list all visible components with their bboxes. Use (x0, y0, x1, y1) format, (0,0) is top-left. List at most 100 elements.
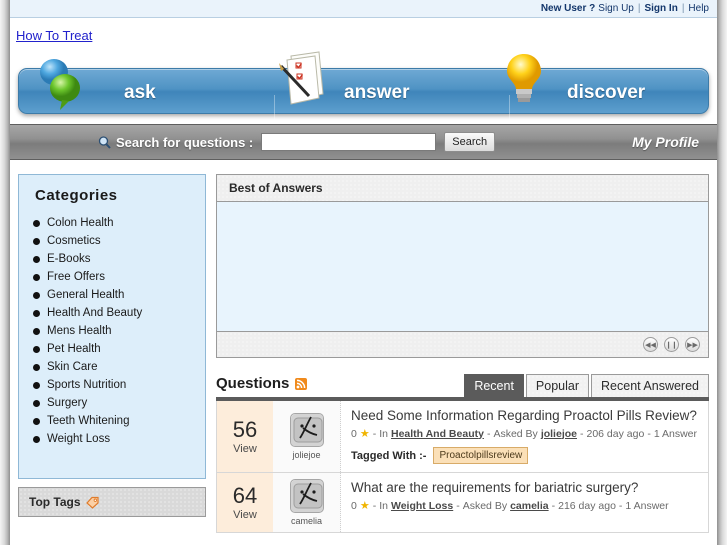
sign-up-link[interactable]: Sign Up (598, 3, 634, 14)
vote-count: 0 (351, 499, 357, 512)
banner-answer-label[interactable]: answer (344, 82, 409, 104)
hero-banner: ask answer discover (10, 48, 717, 127)
category-label: E-Books (47, 253, 91, 265)
bullet-icon (33, 219, 40, 227)
sidebar-item-pet-health[interactable]: Pet Health (31, 340, 193, 358)
view-count: 64 (232, 482, 258, 508)
questions-header: Questions Recent Popular Recent Answered (216, 374, 709, 397)
top-utility-bar: New User ? Sign Up | Sign In | Help (10, 0, 717, 18)
pause-icon[interactable]: ❙❙ (664, 337, 679, 352)
main-column: Best of Answers ◀◀ ❙❙ ▶▶ Questions Recen… (216, 174, 709, 533)
tag-chip[interactable]: Proactolpillsreview (433, 447, 529, 464)
page-left-edge (0, 0, 10, 545)
bullet-icon (33, 273, 40, 281)
sidebar-item-mens-health[interactable]: Mens Health (31, 322, 193, 340)
question-title-link[interactable]: Need Some Information Regarding Proactol… (351, 408, 698, 423)
mac-face-avatar-icon (289, 413, 324, 447)
sidebar-item-skin-care[interactable]: Skin Care (31, 358, 193, 376)
question-author-link[interactable]: joliejoe (541, 428, 577, 440)
tagged-with-row: Tagged With :- Proactolpillsreview (351, 447, 698, 464)
category-label: Free Offers (47, 271, 105, 283)
banner-ask-label[interactable]: ask (124, 82, 156, 104)
search-label-text: Search for questions : (116, 134, 254, 150)
rewind-icon[interactable]: ◀◀ (643, 337, 658, 352)
sidebar-item-teeth-whitening[interactable]: Teeth Whitening (31, 412, 193, 430)
sidebar-item-free-offers[interactable]: Free Offers (31, 268, 193, 286)
lightbulb-icon (507, 54, 541, 102)
category-label: Sports Nutrition (47, 379, 127, 391)
banner-bar: ask answer discover (18, 68, 709, 127)
tab-recent-answered[interactable]: Recent Answered (591, 374, 709, 397)
category-label: Mens Health (47, 325, 112, 337)
category-label: Teeth Whitening (47, 415, 130, 427)
tab-recent[interactable]: Recent (464, 374, 524, 397)
sidebar-item-weight-loss[interactable]: Weight Loss (31, 430, 193, 448)
sidebar-item-colon-health[interactable]: Colon Health (31, 214, 193, 232)
question-age: 206 day ago (586, 427, 645, 440)
bullet-icon (33, 417, 40, 425)
search-input[interactable] (261, 133, 437, 151)
sidebar-item-general-health[interactable]: General Health (31, 286, 193, 304)
table-row[interactable]: 64 View camelia What are the requirement… (216, 473, 709, 533)
view-label: View (233, 443, 257, 456)
my-profile-link[interactable]: My Profile (632, 134, 699, 150)
question-meta: 0 ★ - In Weight Loss - Asked By camelia … (351, 499, 698, 513)
category-label: General Health (47, 289, 125, 301)
best-of-answers-panel: Best of Answers ◀◀ ❙❙ ▶▶ (216, 174, 709, 358)
category-label: Skin Care (47, 361, 98, 373)
search-button[interactable]: Search (444, 132, 496, 152)
meta-dash-1: - (372, 427, 377, 440)
site-logo-area: How To Treat (10, 18, 717, 48)
question-title-link[interactable]: What are the requirements for bariatric … (351, 480, 698, 495)
answer-count: 1 Answer (653, 427, 698, 440)
topbar-separator-2: | (681, 3, 685, 14)
help-link[interactable]: Help (688, 3, 709, 14)
view-count-cell: 64 View (217, 473, 273, 532)
table-row[interactable]: 56 View joliejoe Need Some Information R… (216, 401, 709, 473)
category-label: Health And Beauty (47, 307, 143, 319)
view-count: 56 (232, 416, 258, 442)
tagged-with-label: Tagged With :- (351, 449, 427, 462)
question-content: What are the requirements for bariatric … (341, 473, 708, 532)
meta-dash-2: - (486, 427, 491, 440)
questions-title-group: Questions (216, 375, 308, 397)
questions-title: Questions (216, 375, 290, 392)
forward-icon[interactable]: ▶▶ (685, 337, 700, 352)
question-category-link[interactable]: Weight Loss (391, 500, 453, 512)
question-meta: 0 ★ - In Health And Beauty - Asked By jo… (351, 427, 698, 441)
view-label: View (233, 509, 257, 522)
search-label-group: Search for questions : (98, 135, 253, 150)
question-category-link[interactable]: Health And Beauty (391, 428, 484, 440)
bullet-icon (33, 237, 40, 245)
sidebar-item-surgery[interactable]: Surgery (31, 394, 193, 412)
sidebar-item-sports-nutrition[interactable]: Sports Nutrition (31, 376, 193, 394)
top-tags-panel: Top Tags (18, 487, 206, 517)
top-tags-title: Top Tags (29, 495, 81, 509)
magnifier-icon (98, 135, 111, 149)
site-logo-link[interactable]: How To Treat (16, 28, 92, 43)
meta-dash-3: - (580, 427, 584, 440)
best-of-answers-body (217, 202, 708, 332)
new-user-label: New User ? (540, 3, 596, 14)
sidebar-item-cosmetics[interactable]: Cosmetics (31, 232, 193, 250)
bullet-icon (33, 399, 40, 407)
meta-dash-2: - (456, 499, 460, 512)
content-area: Categories Colon Health Cosmetics E-Book… (10, 160, 717, 533)
top-tags-title-group: Top Tags (29, 495, 99, 509)
banner-discover-label[interactable]: discover (567, 82, 645, 104)
best-of-answers-title: Best of Answers (217, 175, 708, 202)
best-of-answers-controls: ◀◀ ❙❙ ▶▶ (217, 332, 708, 357)
page-inner: New User ? Sign Up | Sign In | Help How … (10, 0, 717, 545)
sidebar: Categories Colon Health Cosmetics E-Book… (18, 174, 206, 533)
sidebar-item-e-books[interactable]: E-Books (31, 250, 193, 268)
sign-in-link[interactable]: Sign In (644, 3, 677, 14)
page-root: New User ? Sign Up | Sign In | Help How … (0, 0, 727, 545)
in-label: In (379, 499, 388, 512)
speech-balloons-icon (40, 59, 80, 110)
rss-icon[interactable] (295, 377, 308, 390)
category-label: Weight Loss (47, 433, 111, 445)
sidebar-item-health-and-beauty[interactable]: Health And Beauty (31, 304, 193, 322)
tab-popular[interactable]: Popular (525, 374, 590, 397)
question-author-link[interactable]: camelia (510, 500, 549, 512)
page-right-edge (717, 0, 727, 545)
